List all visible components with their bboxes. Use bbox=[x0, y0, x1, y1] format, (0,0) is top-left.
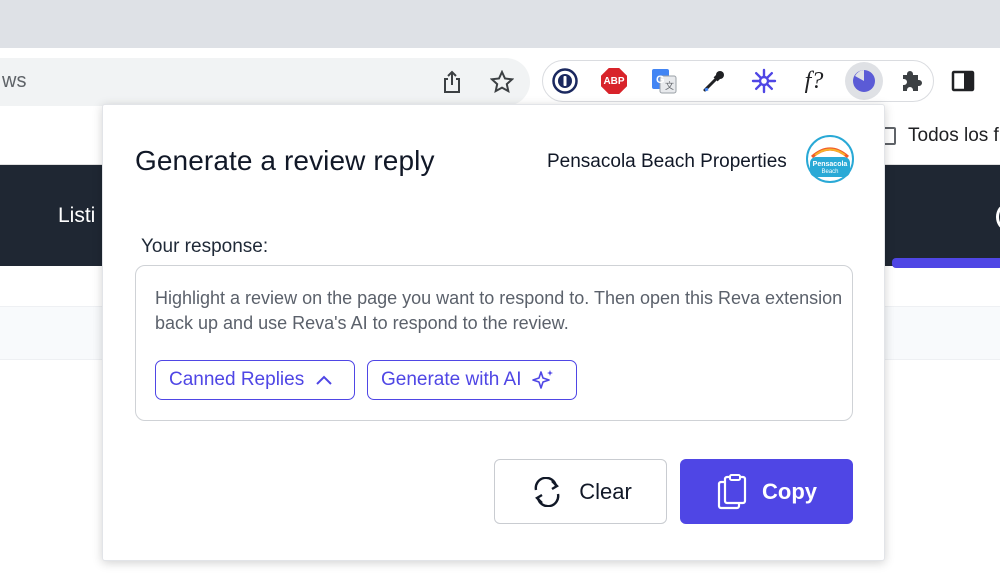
svg-text:G: G bbox=[656, 74, 665, 86]
clear-button[interactable]: Clear bbox=[494, 459, 667, 524]
clear-label: Clear bbox=[579, 478, 632, 504]
puzzle-icon[interactable] bbox=[896, 64, 930, 98]
refresh-icon bbox=[534, 476, 560, 507]
1password-icon[interactable] bbox=[548, 64, 582, 98]
ai-sparkles-icon bbox=[532, 370, 554, 389]
bookmark-all-link[interactable]: Todos los f bbox=[908, 125, 999, 147]
side-panel-icon[interactable] bbox=[946, 64, 980, 98]
address-bar-text: ws bbox=[2, 70, 27, 92]
reva-popup: Generate a review reply Pensacola Beach … bbox=[102, 104, 885, 561]
business-logo: Pensacola Beach bbox=[806, 135, 854, 183]
clipboard-icon bbox=[717, 473, 747, 509]
nav-item-listings[interactable]: Listi bbox=[58, 204, 95, 228]
copy-button[interactable]: Copy bbox=[680, 459, 853, 524]
popup-title: Generate a review reply bbox=[135, 145, 435, 176]
svg-text:Pensacola: Pensacola bbox=[813, 161, 848, 168]
reva-icon[interactable] bbox=[845, 62, 883, 100]
f-question-label: f? bbox=[804, 67, 824, 94]
adblock-plus-icon[interactable]: ABP bbox=[597, 64, 631, 98]
share-icon[interactable] bbox=[436, 66, 468, 98]
copy-label: Copy bbox=[762, 478, 817, 504]
generate-with-ai-label: Generate with AI bbox=[381, 369, 522, 390]
sparkle-icon[interactable] bbox=[747, 64, 781, 98]
chevron-up-icon bbox=[316, 375, 332, 385]
adblock-plus-label: ABP bbox=[601, 68, 627, 94]
f-question-icon[interactable]: f? bbox=[797, 64, 831, 98]
bookmark-star-icon[interactable] bbox=[486, 66, 518, 98]
response-label: Your response: bbox=[141, 236, 269, 257]
nav-accent-bar bbox=[892, 258, 1000, 268]
generate-with-ai-button[interactable]: Generate with AI bbox=[367, 360, 577, 400]
business-name: Pensacola Beach Properties bbox=[547, 151, 787, 172]
response-placeholder: Highlight a review on the page you want … bbox=[155, 288, 843, 333]
canned-replies-label: Canned Replies bbox=[169, 369, 305, 390]
svg-text:文: 文 bbox=[665, 80, 674, 91]
canned-replies-button[interactable]: Canned Replies bbox=[155, 360, 355, 400]
tab-strip bbox=[0, 0, 1000, 48]
eyedropper-icon[interactable] bbox=[697, 64, 731, 98]
svg-text:Beach: Beach bbox=[821, 169, 838, 175]
google-translate-icon[interactable]: G 文 bbox=[647, 64, 681, 98]
